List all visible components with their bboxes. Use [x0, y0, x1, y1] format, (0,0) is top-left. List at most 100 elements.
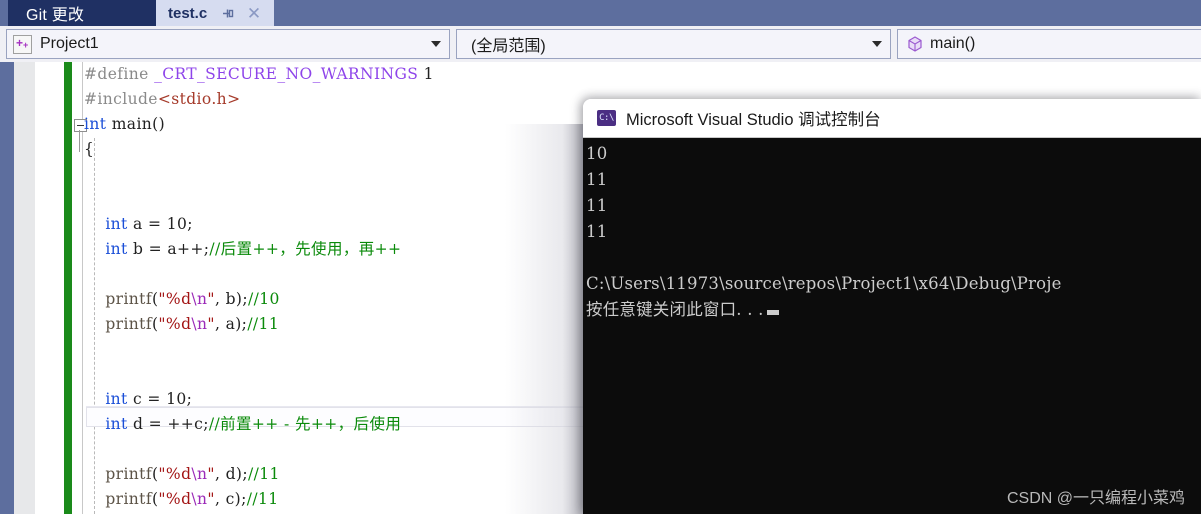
scope-selector-value: (全局范围) — [471, 38, 546, 55]
tab-git-changes-label: Git 更改 — [26, 7, 85, 24]
cpp-project-icon: + + — [13, 34, 32, 54]
code-token: ; — [187, 215, 193, 233]
console-title-bar[interactable]: C:\ Microsoft Visual Studio 调试控制台 — [583, 99, 1201, 138]
code-token: //前置++ - 先++，后使用 — [208, 415, 402, 433]
project-selector-value: Project1 — [40, 35, 99, 52]
console-line: 11 — [586, 170, 608, 189]
block-caret — [766, 310, 779, 315]
code-token: , c); — [214, 490, 247, 508]
editor-gutter[interactable] — [14, 62, 35, 514]
code-token: " — [207, 315, 215, 333]
vs-window: Git 更改 test.c ✕ + + Project1 (全局范围) main… — [0, 0, 1201, 514]
code-token: int — [105, 240, 128, 258]
console-line: 按任意键关闭此窗口. . . — [586, 297, 1062, 323]
code-line-7: int a = 10; — [84, 212, 193, 237]
code-token: printf — [105, 315, 152, 333]
code-token: 10 — [166, 390, 187, 408]
code-token: int — [105, 390, 128, 408]
code-line-11: printf("%d\n", a);//11 — [84, 312, 279, 337]
chevron-down-icon[interactable] — [431, 41, 441, 47]
chevron-down-icon[interactable] — [872, 41, 882, 47]
editor-tab-strip: Git 更改 test.c ✕ — [0, 0, 1201, 26]
navigation-bar: + + Project1 (全局范围) main() — [0, 26, 1201, 62]
pin-icon[interactable] — [218, 4, 236, 22]
code-line-10: printf("%d\n", b);//10 — [84, 287, 280, 312]
code-line-2: #include<stdio.h> — [84, 87, 240, 112]
code-token: 1 — [418, 65, 434, 83]
editor-gutter-white — [35, 62, 64, 514]
code-token: //10 — [247, 290, 280, 308]
console-line: 10 — [586, 144, 608, 163]
code-token: , b); — [214, 290, 248, 308]
tab-git-changes[interactable]: Git 更改 — [8, 0, 156, 26]
code-token: \n — [191, 315, 208, 333]
watermark-text: CSDN @一只编程小菜鸡 — [1006, 490, 1185, 507]
code-token: int — [105, 215, 128, 233]
code-token: 10 — [166, 215, 188, 233]
code-token: _CRT_SECURE_NO_WARNINGS — [154, 65, 419, 83]
console-line: 11 — [586, 222, 608, 241]
tab-test-c-label: test.c — [168, 4, 208, 22]
code-line-1: #define _CRT_SECURE_NO_WARNINGS 1 — [84, 62, 434, 87]
code-token: d = ++c; — [127, 415, 209, 433]
close-icon[interactable]: ✕ — [244, 3, 264, 23]
code-token: //11 — [247, 315, 280, 333]
code-token: c = — [127, 390, 167, 408]
code-line-14: int c = 10; — [84, 387, 192, 412]
cmd-prompt-icon-glyph: C:\ — [599, 112, 614, 123]
function-selector[interactable]: main() — [897, 29, 1201, 59]
code-text[interactable]: #define _CRT_SECURE_NO_WARNINGS 1 #includ… — [84, 62, 604, 514]
code-token: //11 — [247, 465, 280, 483]
outline-stub — [79, 130, 80, 152]
code-token: b = a++; — [127, 240, 210, 258]
code-token: "%d — [158, 290, 192, 308]
code-token: main() — [106, 115, 166, 133]
code-token: //后置++，先使用，再++ — [209, 240, 402, 258]
code-token: " — [207, 290, 215, 308]
console-line: 11 — [586, 196, 608, 215]
code-token: " — [207, 490, 215, 508]
code-token: //11 — [246, 490, 279, 508]
code-token: , a); — [214, 315, 248, 333]
code-line-8: int b = a++;//后置++，先使用，再++ — [84, 237, 401, 262]
code-token: "%d — [158, 315, 192, 333]
code-line-18: printf("%d\n", c);//11 — [84, 487, 279, 512]
code-token: printf — [105, 290, 152, 308]
project-selector[interactable]: + + Project1 — [6, 29, 450, 59]
code-token: "%d — [158, 490, 192, 508]
code-token: <stdio.h> — [157, 90, 241, 108]
code-token: int — [84, 115, 107, 133]
code-token: " — [207, 465, 215, 483]
code-token: \n — [191, 465, 208, 483]
code-token: printf — [105, 490, 152, 508]
code-token: \n — [191, 290, 208, 308]
code-line-15: int d = ++c;//前置++ - 先++，后使用 — [84, 412, 401, 437]
code-token: "%d — [158, 465, 192, 483]
code-token: int — [105, 415, 128, 433]
code-token: printf — [105, 465, 152, 483]
code-line-3: int main() — [84, 112, 165, 137]
code-token: { — [84, 140, 95, 158]
code-token: #include — [84, 90, 158, 108]
scope-selector[interactable]: (全局范围) — [456, 29, 891, 59]
code-token: #define — [84, 65, 155, 83]
console-line: C:\Users\11973\source\repos\Project1\x64… — [586, 274, 1062, 293]
console-output-area[interactable]: 10 11 11 11 C:\Users\11973\source\repos\Proj… — [583, 138, 1201, 514]
console-title-text: Microsoft Visual Studio 调试控制台 — [626, 111, 881, 129]
editor-indicator-strip — [0, 62, 14, 514]
function-selector-value: main() — [930, 35, 976, 52]
code-token: ; — [186, 390, 193, 408]
debug-console-window[interactable]: C:\ Microsoft Visual Studio 调试控制台 10 11 11… — [583, 99, 1201, 514]
cmd-prompt-icon: C:\ — [597, 110, 616, 126]
code-token: , d); — [214, 465, 248, 483]
code-token: \n — [191, 490, 208, 508]
